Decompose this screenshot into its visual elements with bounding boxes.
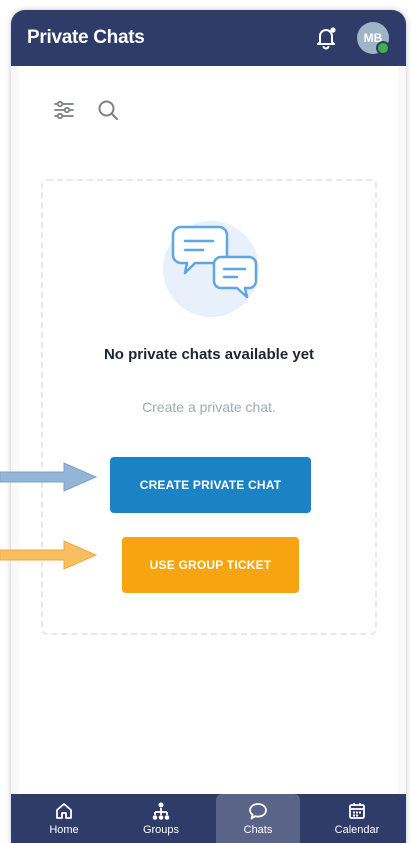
groups-icon xyxy=(152,802,170,820)
sliders-icon[interactable] xyxy=(52,98,76,122)
nav-item-home[interactable]: Home xyxy=(31,794,97,843)
nav-item-chats[interactable]: Chats xyxy=(216,794,300,843)
create-private-chat-button[interactable]: CREATE PRIVATE CHAT xyxy=(110,457,311,513)
home-icon xyxy=(56,803,72,819)
nav-item-calendar[interactable]: Calendar xyxy=(322,794,392,843)
blue-arrow-annotation xyxy=(0,462,98,492)
nav-label-calendar: Calendar xyxy=(334,824,380,836)
nav-label-groups: Groups xyxy=(142,824,180,836)
search-icon[interactable] xyxy=(96,98,120,122)
app-header: Private Chats MB xyxy=(11,10,406,66)
chat-icon xyxy=(249,803,267,820)
empty-state-subtitle: Create a private chat. xyxy=(142,399,276,415)
bottom-navigation: Home Groups Chats Calendar xyxy=(11,794,406,843)
nav-item-groups[interactable]: Groups xyxy=(128,794,194,843)
online-status-badge xyxy=(376,41,390,55)
app-frame: Private Chats MB No private chats availa… xyxy=(11,10,406,843)
nav-label-chats: Chats xyxy=(243,824,273,836)
calendar-icon xyxy=(349,803,365,819)
nav-label-home: Home xyxy=(49,824,79,836)
orange-arrow-annotation xyxy=(0,540,98,570)
chat-list-panel: No private chats available yet Create a … xyxy=(19,66,398,796)
page-title: Private Chats xyxy=(27,27,145,48)
bell-icon[interactable] xyxy=(313,24,339,50)
chat-bubbles-icon xyxy=(171,225,258,299)
use-group-ticket-button[interactable]: USE GROUP TICKET xyxy=(122,537,299,593)
empty-state-title: No private chats available yet xyxy=(103,346,315,363)
